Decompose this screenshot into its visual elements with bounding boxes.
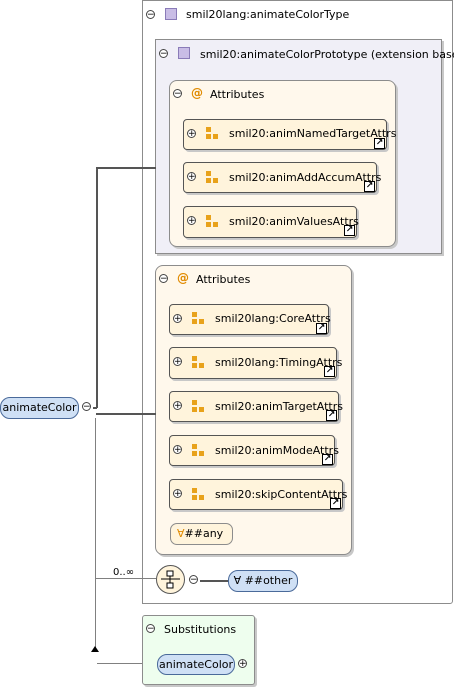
wildcard-icon: ∀: [233, 574, 242, 587]
link-arrow-icon[interactable]: ↗: [374, 138, 385, 149]
link-arrow-icon[interactable]: ↗: [326, 410, 337, 421]
collapse-extension-attributes-toggle[interactable]: −: [173, 89, 182, 99]
own-attributes-label: Attributes: [196, 273, 251, 286]
attribute-group-label: smil20:animAddAccumAttrs: [229, 171, 382, 184]
attribute-group-icon: [192, 488, 205, 501]
root-element-label: animateColor: [2, 401, 77, 414]
link-arrow-icon[interactable]: ↗: [322, 454, 333, 465]
collapse-extension-toggle[interactable]: −: [159, 49, 168, 59]
link-arrow-icon[interactable]: ↗: [316, 323, 327, 334]
complex-type-icon: [178, 47, 190, 59]
any-element-label: ##other: [244, 574, 293, 587]
link-arrow-icon[interactable]: ↗: [364, 181, 375, 192]
attribute-group-icon: [192, 444, 205, 457]
attribute-group-label: smil20:animValuesAttrs: [229, 215, 359, 228]
expand-toggle[interactable]: +: [173, 357, 182, 367]
extension-attributes-label: Attributes: [210, 88, 265, 101]
cardinality-label: 0..∞: [113, 567, 135, 578]
substitution-element-label: animateColor: [158, 658, 234, 671]
collapse-substitutions-toggle[interactable]: −: [146, 624, 155, 634]
expand-toggle[interactable]: +: [173, 445, 182, 455]
any-attribute-label: ##any: [184, 527, 224, 540]
attribute-group-label: smil20:animModeAttrs: [215, 444, 339, 457]
attribute-group-label: smil20:animTargetAttrs: [215, 400, 343, 413]
substitution-element-animate-color[interactable]: animateColor: [157, 654, 235, 675]
link-arrow-icon[interactable]: ↗: [324, 366, 335, 377]
link-arrow-icon[interactable]: ↗: [344, 225, 355, 236]
expand-toggle[interactable]: +: [173, 489, 182, 499]
attribute-group-label: smil20:animNamedTargetAttrs: [229, 127, 397, 140]
attribute-group-icon: [192, 356, 205, 369]
collapse-root-toggle[interactable]: −: [82, 402, 91, 412]
sequence-icon: [161, 570, 180, 589]
attribute-group-icon: [206, 215, 219, 228]
attribute-group-icon: [206, 171, 219, 184]
type-title: smil20lang:animateColorType: [186, 8, 350, 21]
any-attribute[interactable]: ∀##any: [170, 523, 233, 545]
link-arrow-icon[interactable]: ↗: [330, 498, 341, 509]
expand-toggle[interactable]: +: [173, 401, 182, 411]
collapse-type-toggle[interactable]: −: [146, 10, 155, 20]
attribute-group-icon: [192, 312, 205, 325]
sequence-compositor[interactable]: [156, 565, 185, 594]
connector-line: [95, 418, 96, 650]
at-icon: @: [177, 271, 189, 285]
attribute-group-icon: [192, 400, 205, 413]
root-element-animate-color[interactable]: animateColor: [0, 397, 79, 419]
wildcard-icon: ∀: [177, 527, 185, 540]
connector-line: [95, 578, 156, 579]
connector-line: [96, 167, 156, 169]
attribute-group-icon: [206, 127, 219, 140]
collapse-attributes-toggle[interactable]: −: [159, 274, 168, 284]
expand-toggle[interactable]: +: [187, 216, 196, 226]
connector-line: [96, 413, 156, 415]
expand-toggle[interactable]: +: [173, 314, 182, 324]
connector-line: [96, 168, 98, 408]
attribute-group-label: smil20lang:CoreAttrs: [215, 312, 331, 325]
at-icon: @: [191, 86, 203, 100]
any-element-other[interactable]: ∀ ##other: [228, 570, 298, 592]
connector-line: [200, 580, 228, 582]
expand-toggle[interactable]: +: [187, 129, 196, 139]
arrow-head-icon: [91, 646, 99, 652]
collapse-sequence-toggle[interactable]: −: [189, 575, 198, 585]
complex-type-icon: [165, 8, 177, 20]
substitutions-label: Substitutions: [164, 623, 237, 636]
expand-substitution-toggle[interactable]: +: [238, 659, 247, 669]
attribute-group-label: smil20:skipContentAttrs: [215, 488, 348, 501]
extension-title: smil20:animateColorPrototype (extension …: [200, 48, 454, 61]
expand-toggle[interactable]: +: [187, 172, 196, 182]
